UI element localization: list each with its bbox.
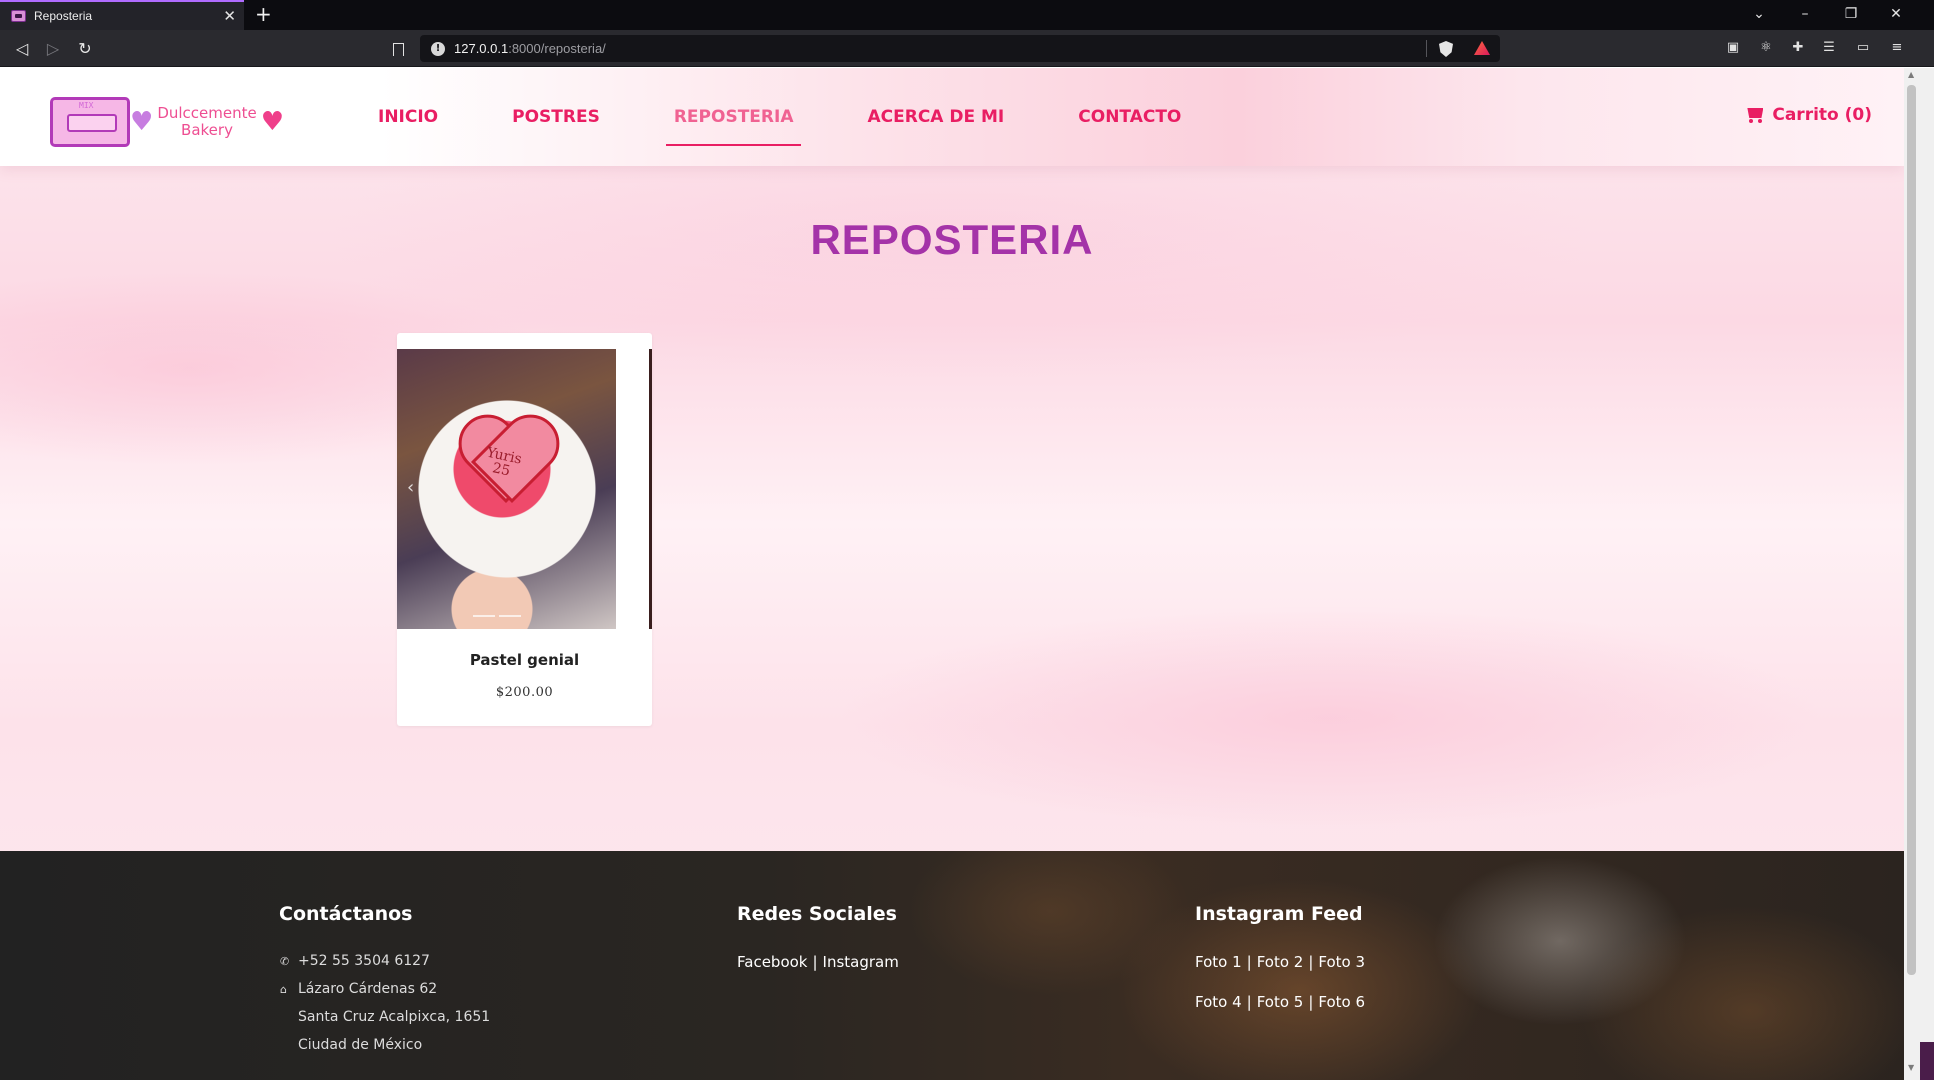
footer-address-line-1: Lázaro Cárdenas 62 — [298, 981, 438, 997]
tab-title: Reposteria — [34, 9, 93, 23]
new-tab-button[interactable]: + — [255, 3, 272, 25]
wallet-icon[interactable]: ▭ — [1854, 39, 1872, 57]
footer-contact-heading: Contáctanos — [279, 903, 413, 925]
product-name[interactable]: Pastel genial — [397, 651, 652, 669]
page-title: REPOSTERIA — [810, 216, 1094, 263]
pink-heart-icon: ♥ — [260, 106, 285, 137]
cart-link[interactable]: Carrito (0) — [1744, 105, 1872, 125]
playlist-icon[interactable]: ☰ — [1820, 39, 1838, 57]
instagram-photo-link[interactable]: Foto 1 — [1195, 953, 1242, 971]
purple-heart-icon: ♥ — [130, 106, 154, 137]
instagram-photo-link[interactable]: Foto 6 — [1318, 993, 1365, 1011]
nav-reposteria[interactable]: REPOSTERIA — [665, 107, 802, 146]
back-arrow-icon[interactable]: ◁ — [10, 37, 34, 61]
url-text[interactable]: 127.0.0.1:8000/reposteria/ — [454, 41, 606, 56]
menu-icon[interactable]: ≡ — [1888, 39, 1906, 57]
footer-address-line-3: Ciudad de México — [298, 1037, 423, 1053]
tab-search-chevron-icon[interactable]: ⌄ — [1749, 4, 1769, 24]
instagram-feed-row-1: Foto 1 | Foto 2 | Foto 3 — [1195, 953, 1365, 971]
scrollbar-thumb[interactable] — [1907, 85, 1916, 975]
site-footer: Contáctanos ✆ +52 55 3504 6127 ⌂ Lázaro … — [0, 851, 1904, 1080]
cassette-favicon-icon — [11, 10, 26, 22]
cassette-logo-icon — [50, 96, 130, 147]
footer-social-links: Facebook | Instagram — [737, 953, 899, 971]
main-nav: INICIO POSTRES REPOSTERIA ACERCA DE MI C… — [370, 68, 1247, 166]
site-header: ♥ DulccementeBakery ♥ INICIO POSTRES REP… — [0, 68, 1904, 166]
extension-k-icon[interactable]: ▣ — [1724, 39, 1742, 57]
instagram-photo-link[interactable]: Foto 3 — [1318, 953, 1365, 971]
scroll-up-arrow-icon[interactable]: ▲ — [1908, 70, 1914, 79]
close-tab-icon[interactable]: ✕ — [223, 7, 236, 25]
close-window-button[interactable]: ✕ — [1886, 4, 1906, 24]
instagram-photo-link[interactable]: Foto 2 — [1257, 953, 1304, 971]
brave-rewards-icon[interactable] — [1474, 41, 1490, 55]
logo-text: Dulccemente Bakery — [157, 103, 257, 139]
cart-label: Carrito (0) — [1772, 105, 1872, 125]
whatsapp-icon: ✆ — [280, 955, 290, 968]
address-bar[interactable]: ! 127.0.0.1:8000/reposteria/ — [420, 35, 1500, 62]
next-slide-edge — [649, 349, 652, 629]
forward-arrow-icon[interactable]: ▷ — [41, 37, 65, 61]
browser-tab-bar: Reposteria ✕ + ⌄ – ❐ ✕ — [0, 0, 1934, 30]
carousel-indicator[interactable] — [499, 615, 521, 617]
product-card[interactable]: Yuris 25 ‹ Pastel genial $200.00 — [397, 333, 652, 726]
footer-address-line-2: Santa Cruz Acalpixca, 1651 — [298, 1009, 491, 1025]
footer-instagram-heading: Instagram Feed — [1195, 903, 1363, 925]
link-separator: | — [1308, 953, 1314, 971]
extension-react-icon[interactable]: ⚛ — [1757, 39, 1775, 57]
facebook-link[interactable]: Facebook — [737, 953, 807, 971]
site-info-icon[interactable]: ! — [431, 41, 445, 56]
link-separator: | — [1308, 993, 1314, 1011]
footer-phone: +52 55 3504 6127 — [298, 953, 430, 969]
site-logo[interactable]: ♥ DulccementeBakery ♥ — [50, 94, 305, 149]
product-image-carousel[interactable]: Yuris 25 ‹ — [397, 349, 616, 629]
scroll-down-arrow-icon[interactable]: ▼ — [1908, 1063, 1914, 1072]
carousel-indicators[interactable] — [473, 615, 521, 617]
home-icon: ⌂ — [280, 983, 287, 996]
brave-shield-icon[interactable] — [1439, 41, 1453, 57]
shopping-cart-icon — [1744, 106, 1766, 124]
footer-social-heading: Redes Sociales — [737, 903, 897, 925]
instagram-photo-link[interactable]: Foto 5 — [1257, 993, 1304, 1011]
link-separator: | — [1246, 953, 1252, 971]
carousel-prev-icon[interactable]: ‹ — [407, 477, 414, 498]
restore-window-button[interactable]: ❐ — [1841, 4, 1861, 24]
browser-tab-reposteria[interactable]: Reposteria ✕ — [0, 0, 244, 30]
extensions-puzzle-icon[interactable]: ✚ — [1789, 39, 1807, 57]
link-separator: | — [812, 953, 818, 971]
browser-toolbar: ◁ ▷ ↻ ! 127.0.0.1:8000/reposteria/ ▣ ⚛ ✚… — [0, 30, 1934, 67]
minimize-window-button[interactable]: – — [1795, 4, 1815, 24]
link-separator: | — [1246, 993, 1252, 1011]
nav-acerca-de-mi[interactable]: ACERCA DE MI — [859, 107, 1012, 127]
nav-contacto[interactable]: CONTACTO — [1070, 107, 1189, 127]
product-price: $200.00 — [495, 685, 554, 700]
page-viewport: ♥ DulccementeBakery ♥ INICIO POSTRES REP… — [0, 68, 1904, 1080]
reload-icon[interactable]: ↻ — [73, 37, 97, 61]
carousel-indicator[interactable] — [473, 615, 495, 617]
address-bar-divider — [1426, 40, 1427, 57]
nav-postres[interactable]: POSTRES — [504, 107, 608, 127]
instagram-feed-row-2: Foto 4 | Foto 5 | Foto 6 — [1195, 993, 1365, 1011]
window-corner — [1920, 1042, 1934, 1080]
nav-inicio[interactable]: INICIO — [370, 107, 446, 127]
instagram-link[interactable]: Instagram — [823, 953, 899, 971]
instagram-photo-link[interactable]: Foto 4 — [1195, 993, 1242, 1011]
bookmark-icon[interactable] — [388, 37, 408, 61]
